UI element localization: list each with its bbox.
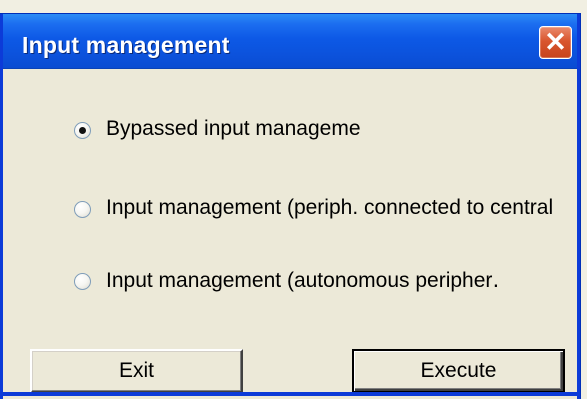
window-title: Input management xyxy=(22,32,230,58)
option-label: Bypassed input manageme xyxy=(106,117,361,140)
radio-button-icon[interactable] xyxy=(74,200,91,218)
close-icon: ✕ xyxy=(544,27,567,57)
execute-button[interactable]: Execute xyxy=(352,349,565,393)
window-bottom-border xyxy=(3,392,577,396)
close-button[interactable]: ✕ xyxy=(539,26,572,59)
option-input-management-autonomous-peripheral[interactable]: Input management (autonomous peripher․ xyxy=(74,269,499,294)
dialog-client-area: Bypassed input manageme Input management… xyxy=(3,69,577,399)
option-bypassed-input-management[interactable]: Bypassed input manageme xyxy=(74,117,361,142)
option-input-management-periph-connected-central[interactable]: Input management (periph. connected to c… xyxy=(74,196,554,221)
option-label: Input management (periph. connected to c… xyxy=(106,196,554,219)
title-bar[interactable]: Input management ✕ xyxy=(3,14,577,69)
dialog-window: Input management ✕ Bypassed input manage… xyxy=(0,14,580,399)
option-label: Input management (autonomous peripher․ xyxy=(106,269,500,292)
exit-button[interactable]: Exit xyxy=(30,349,243,393)
screen-canvas: Input management ✕ Bypassed input manage… xyxy=(0,0,587,399)
radio-button-checked-icon[interactable] xyxy=(74,121,91,139)
radio-button-icon[interactable] xyxy=(74,273,91,290)
